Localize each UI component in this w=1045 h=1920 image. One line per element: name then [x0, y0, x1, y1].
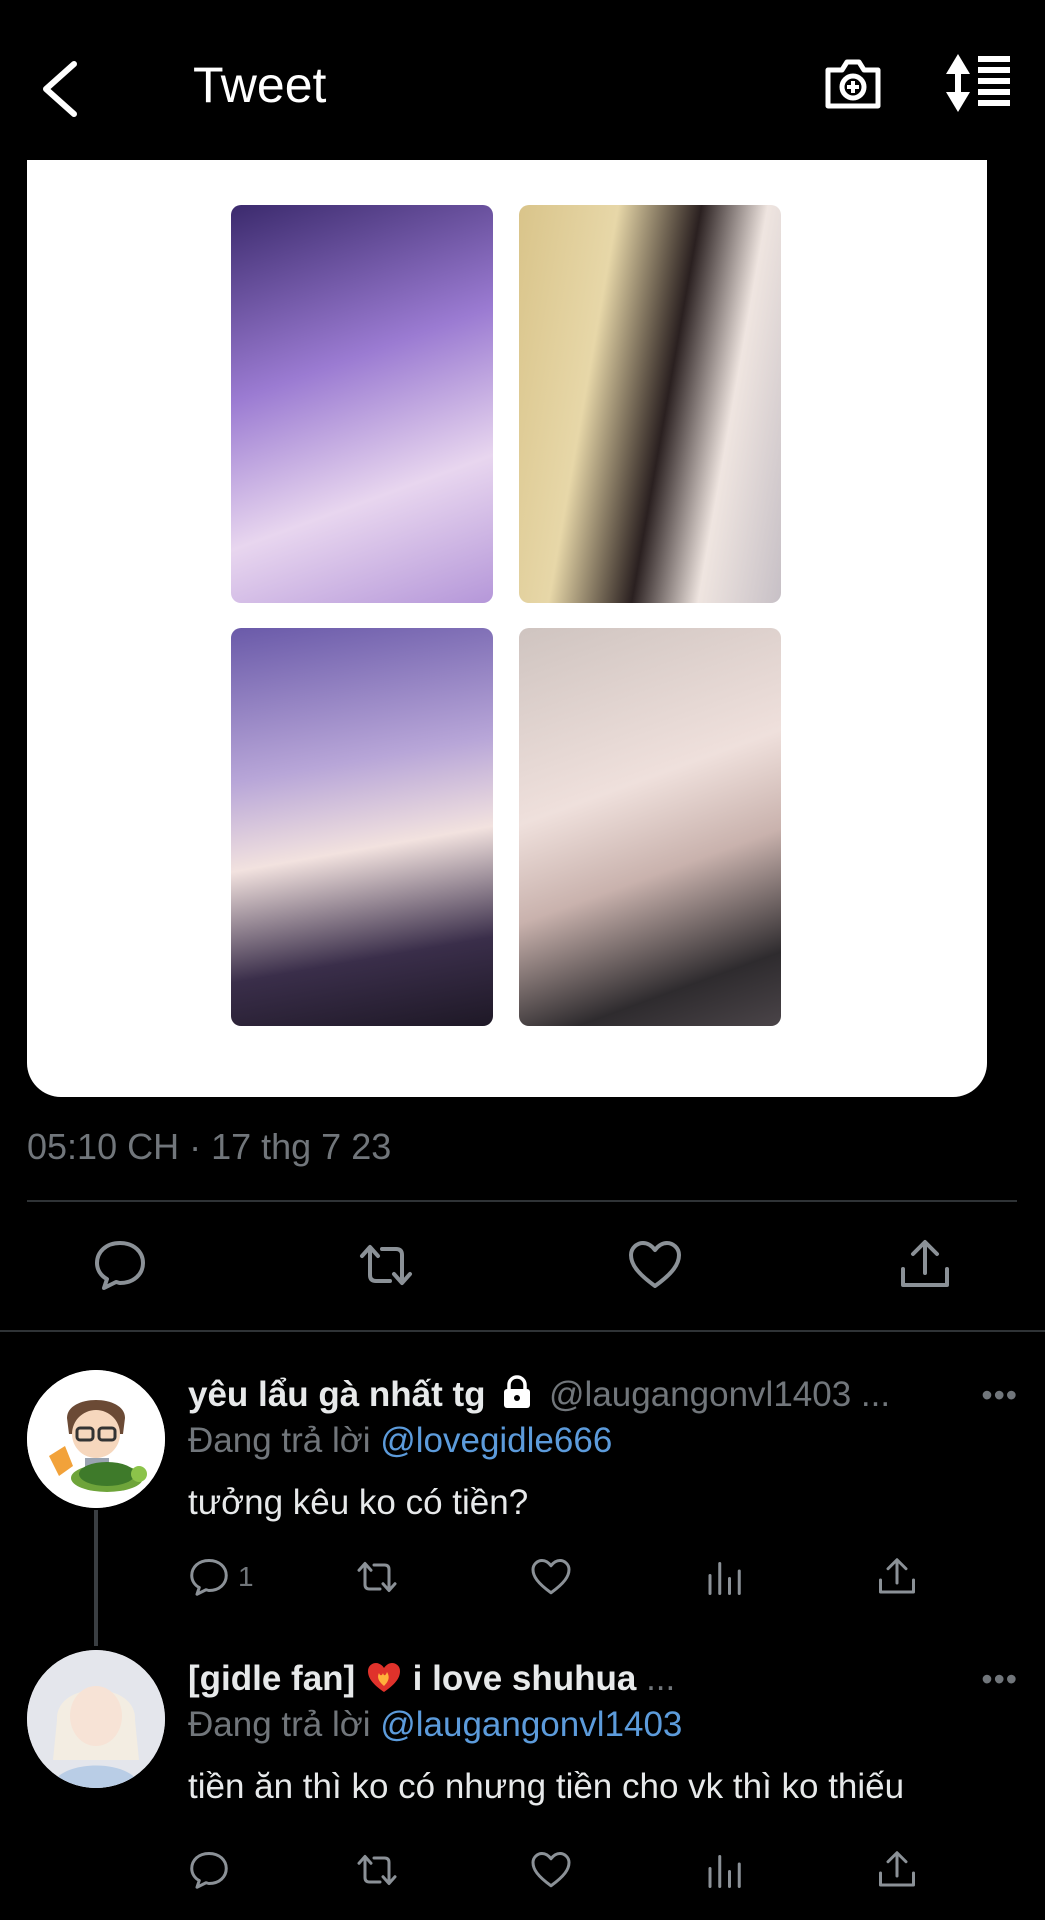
reply-tweet[interactable]: [gidle fan] i love shuhua ... ••• Đang t… [188, 1656, 1018, 1810]
retweet-icon[interactable] [358, 1237, 414, 1293]
share-icon [879, 1558, 915, 1594]
reply-actions: 1 [188, 1555, 1018, 1605]
analytics-bars-icon [708, 1855, 741, 1888]
replying-label: Đang trả lời [188, 1421, 371, 1460]
views-button[interactable] [704, 1848, 746, 1892]
like-button[interactable] [530, 1555, 572, 1599]
retweet-icon [357, 1562, 397, 1592]
reply-count: 1 [238, 1561, 254, 1592]
display-name[interactable]: [gidle fan] [188, 1659, 365, 1698]
photocard-image[interactable] [231, 205, 493, 603]
display-name[interactable]: yêu lẩu gà nhất tg [188, 1375, 486, 1414]
photocard-image[interactable] [519, 205, 781, 603]
mention-link[interactable]: @laugangonvl1403 [380, 1705, 682, 1744]
like-heart-icon[interactable] [627, 1237, 683, 1293]
back-arrow-icon[interactable] [36, 58, 84, 120]
retweet-button[interactable] [356, 1555, 398, 1599]
profile-photo-icon [27, 1650, 165, 1788]
reply-icon [190, 1852, 228, 1889]
avatar[interactable] [27, 1650, 165, 1788]
share-icon [879, 1851, 915, 1887]
photocard-image[interactable] [519, 628, 781, 1026]
reply-button[interactable]: 1 [188, 1555, 254, 1599]
retweet-button[interactable] [356, 1848, 398, 1892]
views-button[interactable] [704, 1555, 746, 1599]
reply-text: tiền ăn thì ko có nhưng tiền cho vk thì … [188, 1767, 905, 1806]
camera-add-icon[interactable] [822, 52, 884, 114]
like-heart-icon [531, 1852, 571, 1888]
reply-icon[interactable] [92, 1237, 148, 1293]
lock-icon [504, 1375, 531, 1408]
share-icon[interactable] [897, 1237, 953, 1293]
user-handle[interactable]: ... [646, 1659, 675, 1698]
cartoon-avatar-icon [27, 1370, 165, 1508]
mention-link[interactable]: @lovegidle666 [380, 1421, 612, 1460]
top-bar: Tweet [0, 0, 1045, 160]
replying-to: Đang trả lời @laugangonvl1403 [188, 1702, 1018, 1748]
retweet-icon [357, 1855, 397, 1885]
replying-label: Đang trả lời [188, 1705, 371, 1744]
burning-heart-icon [367, 1663, 400, 1692]
thread-connector [94, 1510, 98, 1646]
reply-tweet[interactable]: yêu lẩu gà nhất tg @laugangonvl1403 ... … [188, 1372, 1018, 1526]
like-heart-icon [531, 1559, 571, 1595]
divider [0, 1330, 1045, 1332]
display-name-suffix[interactable]: i love shuhua [413, 1659, 637, 1698]
sort-icon[interactable] [944, 52, 1014, 114]
page-title: Tweet [193, 57, 327, 113]
replying-to: Đang trả lời @lovegidle666 [188, 1418, 1018, 1464]
tweet-media[interactable] [27, 160, 987, 1097]
share-button[interactable] [876, 1848, 918, 1892]
avatar[interactable] [27, 1370, 165, 1508]
tweet-timestamp: 05:10 CH · 17 thg 7 23 [27, 1126, 392, 1167]
more-options-icon[interactable]: ••• [981, 1372, 1018, 1418]
share-button[interactable] [876, 1555, 918, 1599]
like-button[interactable] [530, 1848, 572, 1892]
user-handle[interactable]: @laugangonvl1403 ... [549, 1375, 890, 1414]
analytics-bars-icon [708, 1562, 741, 1595]
reply-icon [190, 1559, 228, 1596]
reply-text: tưởng kêu ko có tiền? [188, 1483, 529, 1522]
more-options-icon[interactable]: ••• [981, 1656, 1018, 1702]
photocard-image[interactable] [231, 628, 493, 1026]
reply-button[interactable] [188, 1848, 230, 1892]
reply-actions [188, 1848, 1018, 1898]
divider [27, 1200, 1017, 1202]
